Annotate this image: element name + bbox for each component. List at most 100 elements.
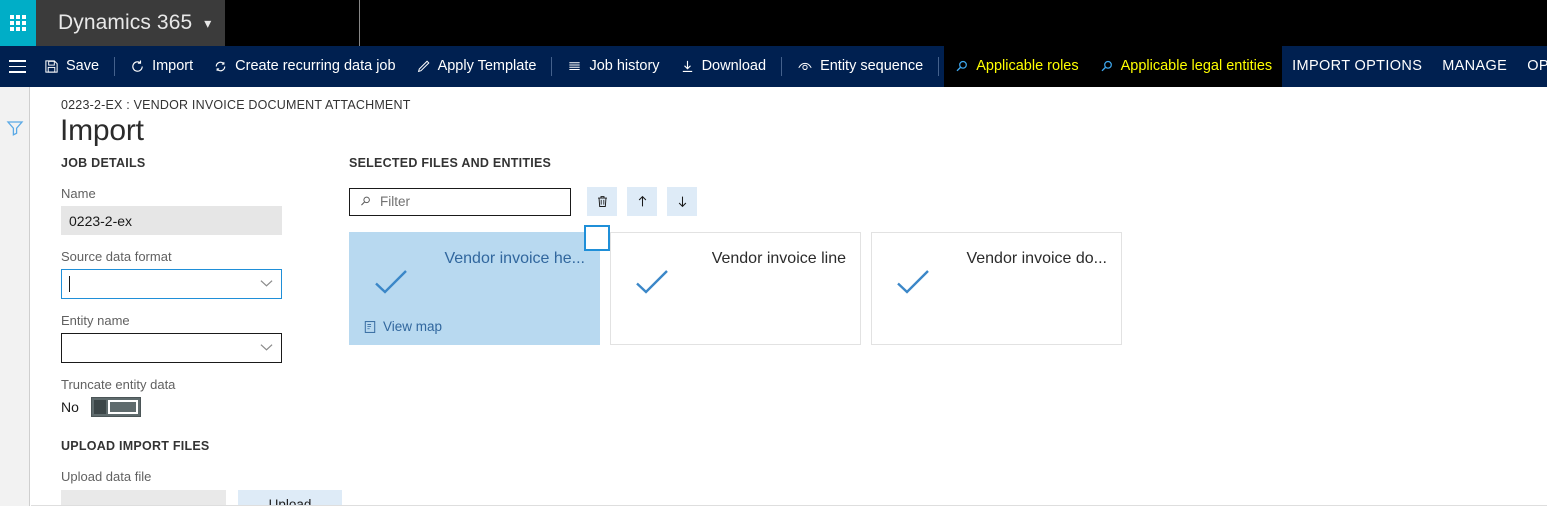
download-label: Download	[701, 58, 767, 75]
filter-funnel-icon[interactable]	[6, 119, 24, 142]
app-launcher-button[interactable]	[0, 0, 36, 46]
entity-name-label: Entity name	[61, 313, 130, 328]
create-recurring-data-job-button[interactable]: Create recurring data job	[203, 46, 405, 87]
tab-import-options[interactable]: IMPORT OPTIONS	[1282, 46, 1432, 87]
name-label: Name	[61, 186, 96, 201]
job-details-panel: JOB DETAILS Name Source data format Enti…	[61, 156, 351, 506]
create-recurring-data-job-label: Create recurring data job	[235, 58, 396, 75]
truncate-entity-data-group: Truncate entity data No	[61, 377, 351, 417]
entity-sequence-label: Entity sequence	[820, 58, 924, 75]
text-cursor	[69, 276, 70, 292]
command-divider	[938, 57, 940, 76]
chevron-down-icon: ▾	[204, 15, 212, 31]
import-button[interactable]: Import	[120, 46, 203, 87]
list-lines-icon	[567, 59, 582, 74]
applicable-legal-entities-label: Applicable legal entities	[1120, 58, 1273, 75]
name-field-group: Name	[61, 186, 351, 235]
tab-options-label: OPTIONS	[1527, 58, 1547, 75]
top-brand-bar: Dynamics 365 ▾	[0, 0, 1547, 46]
brand-title: Dynamics 365	[58, 11, 193, 34]
page-content: 0223-2-EX : VENDOR INVOICE DOCUMENT ATTA…	[31, 87, 1547, 506]
topbar-slot-left	[225, 0, 359, 46]
topbar-slot-right	[360, 0, 1547, 46]
entity-card-title: Vendor invoice do...	[966, 250, 1107, 267]
search-magnifier-icon	[359, 195, 372, 208]
truncate-entity-data-toggle[interactable]	[90, 397, 141, 417]
truncate-toggle-row: No	[61, 397, 351, 417]
entity-card-checkbox[interactable]	[584, 225, 610, 251]
app-launcher-waffle-icon	[10, 15, 26, 31]
entity-sequence-icon	[797, 59, 813, 74]
toggle-track	[107, 400, 138, 414]
save-button[interactable]: Save	[34, 46, 109, 87]
job-history-button[interactable]: Job history	[557, 46, 669, 87]
filter-placeholder: Filter	[380, 194, 410, 209]
command-bar: Save Import Create recurring data job Ap…	[0, 46, 1547, 87]
filter-input-wrapper[interactable]: Filter	[349, 187, 571, 216]
command-divider	[781, 57, 783, 76]
breadcrumb: 0223-2-EX : VENDOR INVOICE DOCUMENT ATTA…	[61, 98, 411, 112]
save-button-label: Save	[66, 58, 100, 75]
checkmark-icon	[374, 269, 408, 302]
import-refresh-icon	[130, 59, 145, 74]
tab-manage-label: MANAGE	[1442, 58, 1508, 75]
applicable-roles-button[interactable]: Applicable roles	[944, 46, 1089, 87]
magnifier-icon	[954, 59, 969, 74]
entity-card-title: Vendor invoice line	[711, 250, 846, 267]
import-button-label: Import	[152, 58, 194, 75]
chevron-down-icon	[260, 275, 273, 293]
arrow-up-icon	[635, 194, 650, 209]
filter-toolbar: Filter	[349, 187, 1529, 216]
entity-name-group: Entity name	[61, 313, 351, 363]
download-button[interactable]: Download	[670, 46, 777, 87]
left-rail	[0, 87, 30, 506]
applicable-legal-entities-button[interactable]: Applicable legal entities	[1088, 46, 1283, 87]
tab-manage[interactable]: MANAGE	[1432, 46, 1517, 87]
download-arrow-icon	[680, 59, 695, 74]
upload-import-files-heading: UPLOAD IMPORT FILES	[61, 439, 210, 453]
upload-file-input[interactable]	[61, 490, 226, 506]
checkmark-icon	[635, 269, 669, 302]
move-up-button[interactable]	[627, 187, 657, 216]
view-map-label: View map	[383, 319, 443, 334]
entity-name-select[interactable]	[61, 333, 282, 363]
chevron-down-icon	[260, 339, 273, 357]
magnifier-icon	[1099, 59, 1114, 74]
view-map-link[interactable]: View map	[363, 319, 442, 334]
entity-sequence-button[interactable]: Entity sequence	[787, 46, 933, 87]
trash-can-icon	[595, 194, 610, 209]
selected-files-panel: SELECTED FILES AND ENTITIES Filter Vendo…	[349, 156, 1529, 345]
move-down-button[interactable]	[667, 187, 697, 216]
checkmark-icon	[896, 269, 930, 302]
entity-card-vendor-invoice-header[interactable]: Vendor invoice he... View map	[349, 225, 610, 345]
upload-data-file-group: Upload data file Upload	[61, 469, 351, 506]
entity-card-vendor-invoice-line[interactable]: Vendor invoice line	[610, 232, 861, 345]
tab-import-options-label: IMPORT OPTIONS	[1292, 58, 1423, 75]
upload-row: Upload	[61, 490, 351, 506]
arrow-down-icon	[675, 194, 690, 209]
command-divider	[114, 57, 116, 76]
apply-template-label: Apply Template	[437, 58, 537, 75]
truncate-toggle-value: No	[61, 399, 79, 415]
toggle-knob	[93, 400, 106, 414]
command-divider	[551, 57, 553, 76]
tab-options[interactable]: OPTIONS	[1517, 46, 1547, 87]
upload-data-file-label: Upload data file	[61, 469, 152, 484]
hamburger-menu-icon[interactable]	[0, 46, 34, 87]
entity-card-list: Vendor invoice he... View map Vendor inv…	[349, 225, 1529, 345]
pencil-icon	[416, 59, 431, 74]
apply-template-button[interactable]: Apply Template	[406, 46, 547, 87]
save-disk-icon	[44, 59, 59, 74]
source-data-format-label: Source data format	[61, 249, 172, 264]
entity-card-title: Vendor invoice he...	[444, 250, 585, 267]
delete-button[interactable]	[587, 187, 617, 216]
page-title: Import	[60, 114, 144, 147]
brand-menu[interactable]: Dynamics 365 ▾	[36, 0, 225, 46]
job-history-label: Job history	[589, 58, 660, 75]
source-data-format-select[interactable]	[61, 269, 282, 299]
upload-button[interactable]: Upload	[238, 490, 342, 506]
truncate-entity-data-label: Truncate entity data	[61, 377, 176, 392]
source-data-format-group: Source data format	[61, 249, 351, 299]
name-input[interactable]	[61, 206, 282, 235]
entity-card-vendor-invoice-document[interactable]: Vendor invoice do...	[871, 232, 1122, 345]
